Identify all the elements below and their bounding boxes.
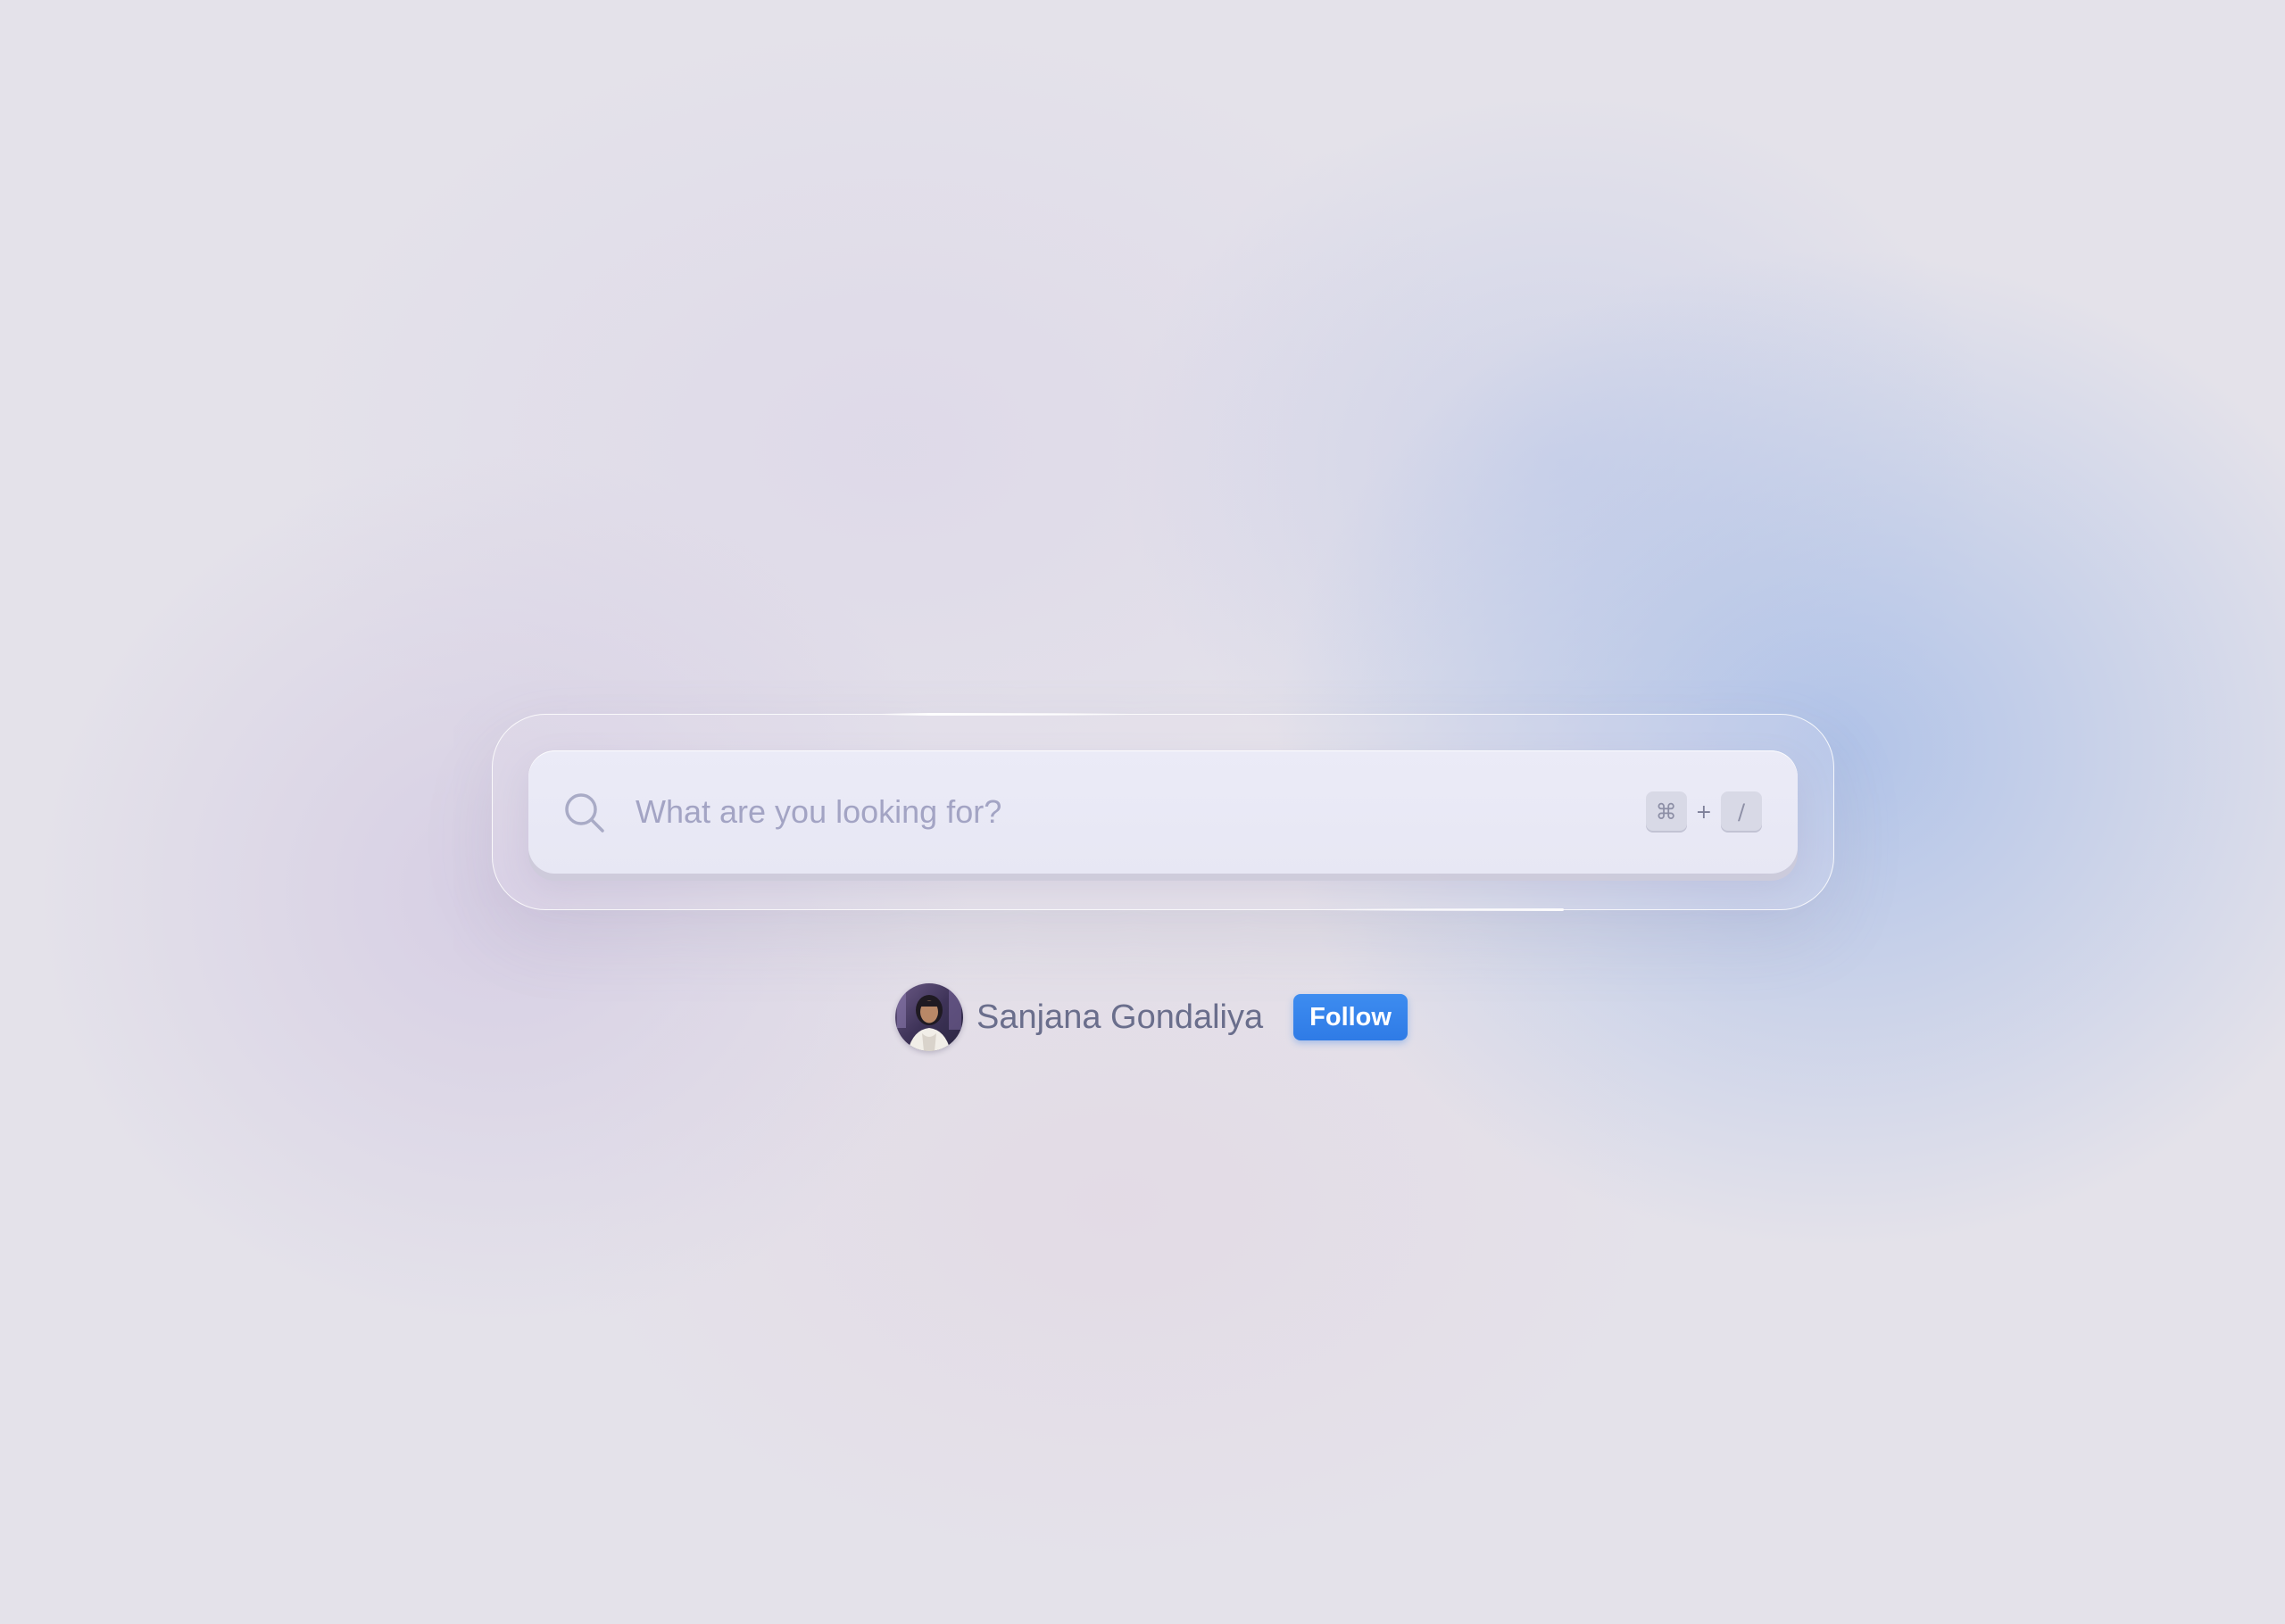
frame-glint-top [881,713,1131,716]
frame-glint-bottom [1323,908,1564,911]
search-icon [562,791,607,835]
avatar[interactable] [895,983,963,1051]
search-bar[interactable]: ⌘ + / [528,750,1798,874]
command-key-icon: ⌘ [1645,791,1687,833]
keyboard-shortcut-hint: ⌘ + / [1645,791,1762,833]
author-name[interactable]: Sanjana Gondaliya [976,998,1263,1037]
slash-key: / [1721,791,1762,833]
search-input[interactable] [636,781,1528,843]
follow-button[interactable]: Follow [1293,994,1408,1040]
shortcut-plus: + [1695,800,1712,824]
author-credit: Sanjana Gondaliya Follow [895,983,1408,1051]
